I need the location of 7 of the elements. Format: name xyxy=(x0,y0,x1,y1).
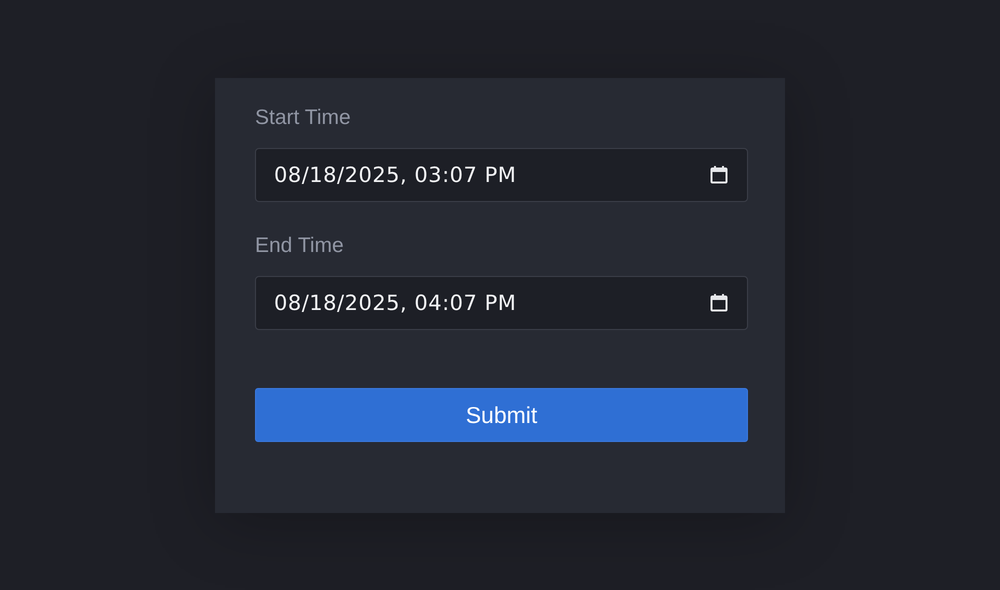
submit-button[interactable]: Submit xyxy=(255,388,748,442)
datetime-field[interactable]: 08/18/2025, 03:07 PM xyxy=(255,148,748,202)
field-label: End Time xyxy=(255,233,345,259)
field-label: Start Time xyxy=(255,105,352,131)
calendar-icon[interactable] xyxy=(709,165,729,185)
calendar-icon[interactable] xyxy=(709,293,729,313)
datetime-field[interactable]: 08/18/2025, 04:07 PM xyxy=(255,276,748,330)
